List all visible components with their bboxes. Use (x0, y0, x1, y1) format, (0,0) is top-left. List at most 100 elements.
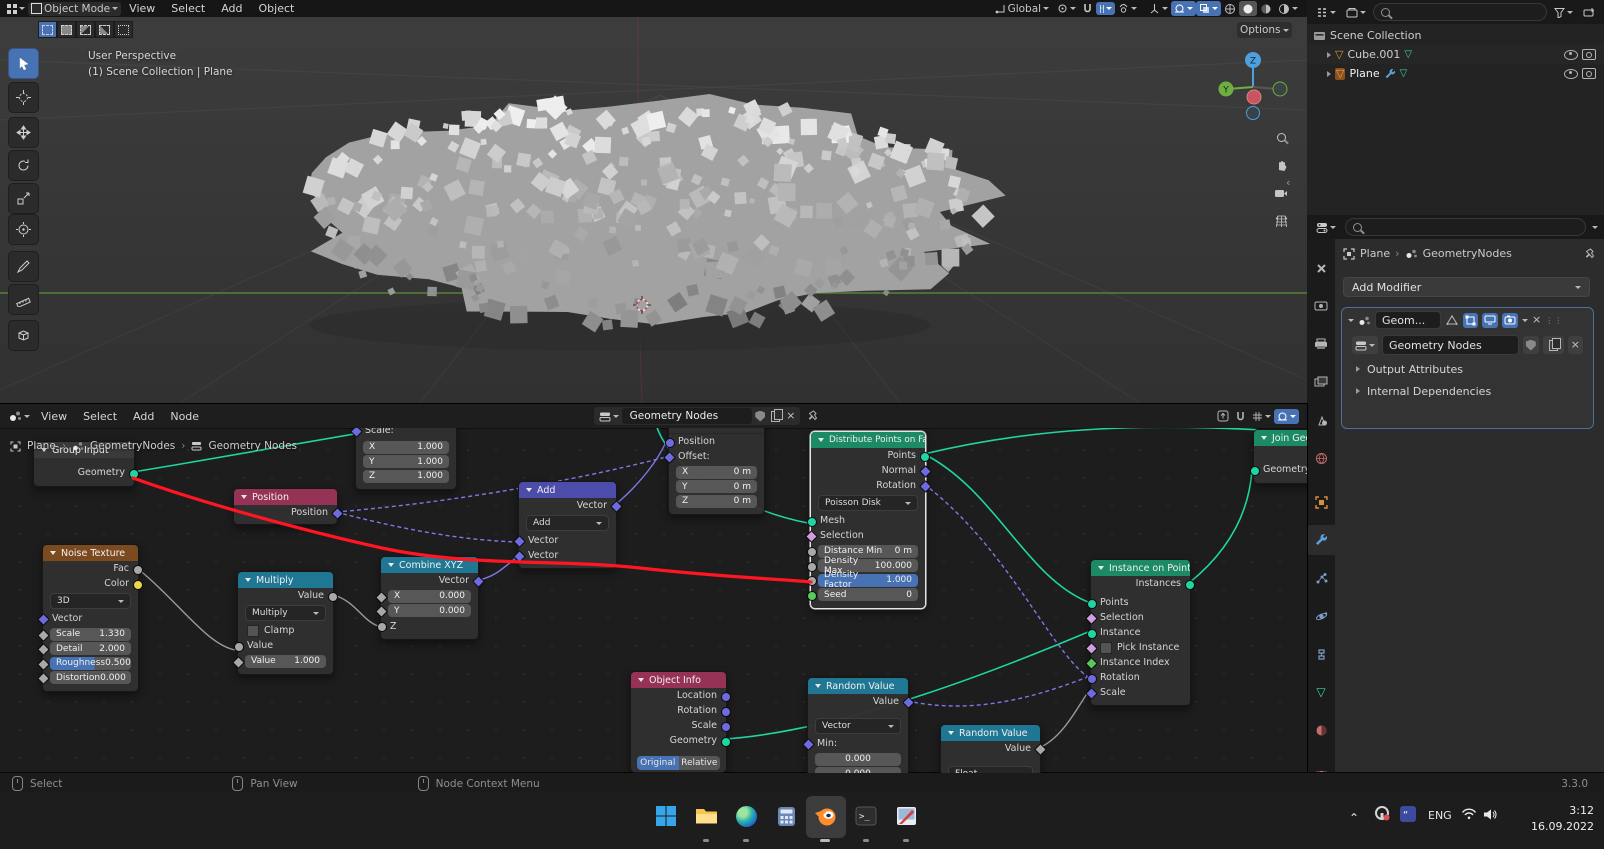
field-scale-z[interactable]: Z1.000 (363, 470, 449, 483)
properties-editor-type-button[interactable] (1313, 220, 1339, 235)
duplicate-tree-button[interactable] (768, 409, 783, 424)
tab-world[interactable] (1307, 443, 1335, 473)
realtime-display-toggle[interactable] (1482, 313, 1498, 328)
menu-object[interactable]: Object (251, 0, 303, 17)
taskbar-blender-button[interactable] (813, 803, 839, 829)
tray-clock[interactable]: 3:12 16.09.2022 (1531, 803, 1594, 835)
new-collection-button[interactable] (1580, 5, 1598, 20)
field-noise-scale[interactable]: Scale1.330 (50, 628, 131, 641)
socket-density-factor-input[interactable] (807, 576, 817, 586)
menu-node[interactable]: Node (162, 408, 207, 425)
properties-search-input[interactable] (1345, 218, 1586, 236)
expand-arrow-icon[interactable] (1327, 71, 1331, 77)
socket-geometry-output[interactable] (129, 469, 139, 479)
field-seed[interactable]: Seed0 (818, 588, 918, 601)
socket-position-input[interactable] (665, 438, 675, 448)
socket-color-output[interactable] (133, 580, 143, 590)
field-noise-distortion[interactable]: Distortion0.000 (50, 671, 131, 684)
taskbar-terminal-button[interactable]: >_ (853, 803, 879, 829)
pin-icon[interactable] (1585, 248, 1596, 260)
noise-dimensions-dropdown[interactable]: 3D (50, 593, 131, 609)
expand-arrow-icon[interactable] (1327, 52, 1331, 58)
socket-points-input[interactable] (1087, 599, 1097, 609)
pivot-point-dropdown[interactable] (1054, 1, 1079, 16)
xray-toggle-dropdown[interactable] (1196, 1, 1221, 16)
tool-cursor[interactable] (8, 82, 39, 113)
node-random-value-float[interactable]: Random Value Value Float (940, 724, 1041, 773)
modifier-name-field[interactable]: Geom... (1375, 311, 1441, 329)
outliner-search-input[interactable] (1373, 3, 1547, 21)
taskbar-explorer-button[interactable] (693, 803, 719, 829)
node-instance-on-points[interactable]: Instance on Points Instances Points Sele… (1090, 559, 1191, 706)
socket-distance-min-input[interactable] (807, 547, 817, 557)
field-noise-detail[interactable]: Detail2.000 (50, 642, 131, 655)
gizmo-x-axis[interactable] (1247, 90, 1261, 104)
tab-output[interactable] (1307, 329, 1335, 359)
socket-instance-input[interactable] (1087, 629, 1097, 639)
volume-icon[interactable] (1483, 808, 1498, 824)
section-output-attributes[interactable]: Output Attributes (1342, 358, 1593, 380)
tree-browse-button[interactable] (596, 409, 622, 424)
socket-points-output[interactable] (920, 452, 930, 462)
wifi-icon[interactable] (1461, 808, 1477, 823)
node-combine-xyz[interactable]: Combine XYZ Vector X0.000 Y0.000 Z (380, 556, 479, 640)
tool-select-box[interactable] (8, 48, 39, 79)
field-scale-y[interactable]: Y1.000 (363, 455, 449, 468)
socket-geometry-input[interactable] (1250, 466, 1260, 476)
select-mode-intersect[interactable] (114, 21, 133, 38)
socket-mesh-input[interactable] (807, 517, 817, 527)
disable-render-icon[interactable] (1582, 49, 1596, 60)
viewport-3d[interactable]: Object Mode View Select Add Object Globa… (0, 0, 1308, 403)
breadcrumb-modifier[interactable]: GeometryNodes (1423, 247, 1512, 260)
tool-measure[interactable] (8, 284, 39, 315)
geometry-nodes-modifier-panel[interactable]: Geom... × ⋮⋮ Geometry Nodes × Output Att (1341, 307, 1594, 429)
options-dropdown[interactable]: Options (1237, 22, 1292, 38)
outliner-row-plane[interactable]: ▽ Plane ▽ (1307, 64, 1604, 83)
tab-view-layer[interactable] (1307, 367, 1335, 397)
sidebar-collapse-handle[interactable]: ‹ (1286, 176, 1290, 189)
taskbar-start-button[interactable] (653, 803, 679, 829)
fake-user-toggle[interactable] (1523, 336, 1539, 354)
hide-viewport-icon[interactable] (1564, 69, 1578, 79)
editmode-display-toggle[interactable] (1463, 313, 1478, 328)
menu-select[interactable]: Select (163, 0, 213, 17)
node-vector-math-add[interactable]: Add Vector Add Vector Vector (518, 481, 617, 569)
node-distribute-points-on-faces[interactable]: Distribute Points on Faces Points Normal… (810, 431, 926, 609)
snap-toggle[interactable] (1079, 1, 1096, 16)
node-math-multiply[interactable]: Multiply Value Multiply Clamp Value Valu… (237, 571, 334, 675)
tree-name-field[interactable]: Geometry Nodes (622, 408, 753, 424)
socket-seed-input[interactable] (807, 591, 817, 601)
socket-value-output[interactable] (328, 592, 338, 602)
socket-rotation-input[interactable] (1087, 674, 1097, 684)
pan-hand-button[interactable] (1270, 154, 1292, 176)
transform-orientation-dropdown[interactable]: Global (992, 1, 1053, 16)
snap-target-dropdown[interactable]: |·| (1096, 2, 1115, 15)
panel-collapse-chevron[interactable] (1348, 319, 1354, 322)
select-mode-invert[interactable] (95, 21, 114, 38)
tool-add-cube[interactable] (8, 320, 39, 351)
tab-render[interactable] (1307, 291, 1335, 321)
modifier-extras-chevron[interactable] (1522, 319, 1528, 322)
socket-z-input[interactable] (377, 622, 387, 632)
remove-modifier-button[interactable]: × (1532, 315, 1541, 325)
field-noise-roughness[interactable]: Roughness0.500 (50, 657, 131, 670)
menu-view[interactable]: View (121, 0, 163, 17)
random-type-dropdown[interactable]: Vector (815, 718, 901, 734)
hide-viewport-icon[interactable] (1564, 50, 1578, 60)
tab-physics[interactable] (1307, 601, 1335, 631)
render-display-toggle[interactable] (1502, 313, 1518, 328)
properties-options-chevron[interactable] (1592, 226, 1598, 229)
socket-scale-output[interactable] (721, 722, 731, 732)
drag-grip-icon[interactable]: ⋮⋮ (1545, 316, 1563, 325)
tab-object-data[interactable]: ▽ (1307, 677, 1335, 707)
outliner-collection-dropdown[interactable] (1343, 5, 1369, 20)
outliner-filter-dropdown[interactable] (1551, 5, 1576, 20)
node-group-name-field[interactable]: Geometry Nodes (1382, 335, 1519, 355)
taskbar-edge-button[interactable] (733, 803, 759, 829)
node-set-position-fragment[interactable]: Position Offset: X0 m Y0 m Z0 m (668, 428, 765, 515)
disable-render-icon[interactable] (1582, 68, 1596, 79)
field-min-x[interactable]: 0.000 (815, 753, 901, 766)
socket-instances-output[interactable] (1185, 580, 1195, 590)
object-info-transform-toggle[interactable]: Original Relative (637, 756, 720, 770)
select-mode-new[interactable] (38, 21, 57, 38)
